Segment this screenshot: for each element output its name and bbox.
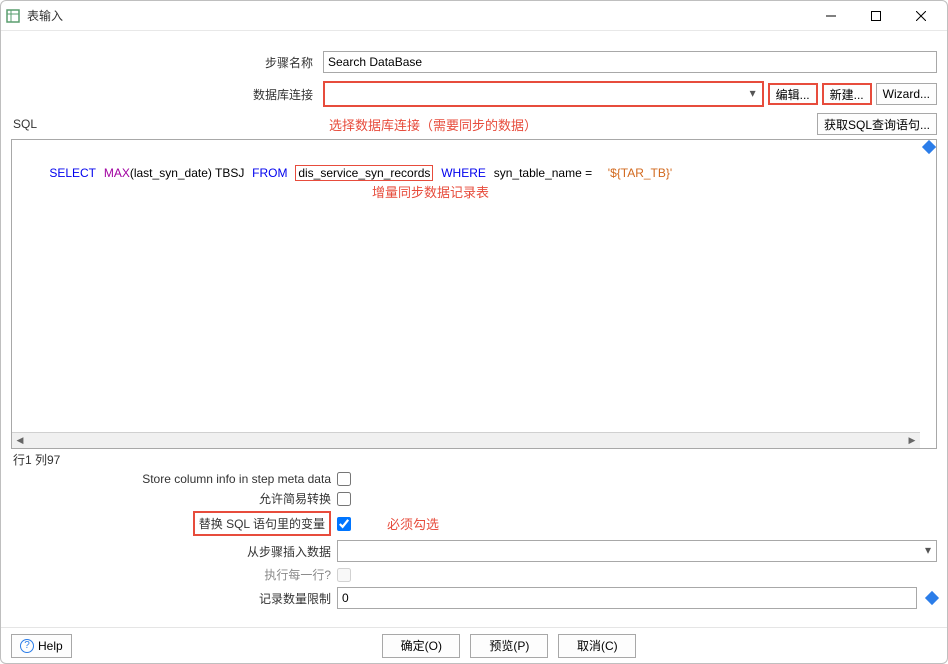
replace-var-label: 替换 SQL 语句里的变量 (193, 511, 331, 536)
replace-annotation: 必须勾选 (387, 514, 439, 533)
db-connection-select[interactable] (325, 83, 762, 105)
exec-each-checkbox (337, 568, 351, 582)
db-connection-label: 数据库连接 (11, 86, 319, 103)
step-name-label: 步骤名称 (11, 54, 319, 71)
record-limit-input[interactable] (337, 587, 917, 609)
preview-button[interactable]: 预览(P) (470, 634, 548, 658)
db-annotation: 选择数据库连接（需要同步的数据） (329, 118, 537, 133)
scroll-left-icon[interactable]: ◀ (12, 433, 28, 449)
ok-button[interactable]: 确定(O) (382, 634, 460, 658)
record-limit-label: 记录数量限制 (11, 590, 331, 607)
sql-table: dis_service_syn_records (295, 165, 433, 181)
sql-fn-max: MAX (104, 166, 130, 180)
insert-from-label: 从步骤插入数据 (11, 543, 331, 560)
allow-lazy-checkbox[interactable] (337, 492, 351, 506)
variable-indicator-icon (925, 591, 939, 605)
sql-kw-from: FROM (252, 166, 287, 180)
help-button[interactable]: ? Help (11, 634, 72, 658)
sql-label: SQL (11, 113, 49, 135)
sql-literal: '${TAR_TB}' (608, 166, 672, 180)
minimize-button[interactable] (808, 2, 853, 30)
store-column-label: Store column info in step meta data (11, 472, 331, 486)
get-sql-button[interactable]: 获取SQL查询语句... (817, 113, 937, 135)
close-button[interactable] (898, 2, 943, 30)
sql-annotation: 增量同步数据记录表 (372, 182, 489, 201)
allow-lazy-label: 允许简易转换 (11, 490, 331, 507)
sql-kw-select: SELECT (49, 166, 96, 180)
sql-cond: syn_table_name = (494, 166, 592, 180)
sql-editor[interactable]: SELECT MAX(last_syn_date) TBSJ FROM dis_… (11, 139, 937, 449)
edit-button[interactable]: 编辑... (768, 83, 818, 105)
insert-from-select[interactable] (337, 540, 937, 562)
store-column-checkbox[interactable] (337, 472, 351, 486)
sql-kw-where: WHERE (441, 166, 486, 180)
table-input-icon (5, 8, 21, 24)
sql-arg: (last_syn_date) TBSJ (130, 166, 245, 180)
exec-each-label: 执行每一行? (11, 566, 331, 583)
horizontal-scrollbar[interactable]: ◀ ▶ (12, 432, 920, 448)
help-label: Help (38, 639, 63, 653)
new-button[interactable]: 新建... (822, 83, 872, 105)
scroll-right-icon[interactable]: ▶ (904, 433, 920, 449)
titlebar: 表输入 (1, 1, 947, 31)
step-name-input[interactable] (323, 51, 937, 73)
caret-position: 行1 列97 (1, 449, 947, 470)
maximize-button[interactable] (853, 2, 898, 30)
wizard-button[interactable]: Wizard... (876, 83, 937, 105)
help-icon: ? (20, 639, 34, 653)
cancel-button[interactable]: 取消(C) (558, 634, 636, 658)
replace-var-checkbox[interactable] (337, 517, 351, 531)
bottom-bar: ? Help 确定(O) 预览(P) 取消(C) (1, 627, 947, 663)
window-title: 表输入 (27, 7, 808, 24)
